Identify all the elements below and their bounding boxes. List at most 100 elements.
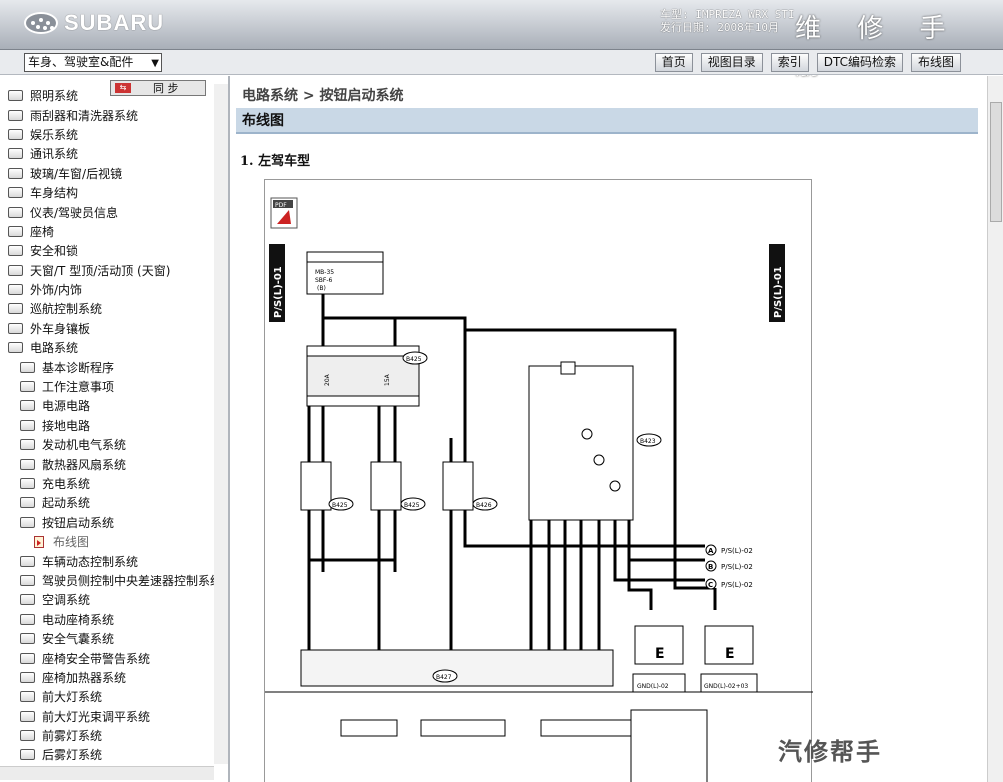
tree-item-label: 前大灯光束调平系统 xyxy=(42,709,151,724)
wiring-diagram-svg: PDF P/S(L)-01 P/S(L)-01 MB-35 SBF-6 (B) … xyxy=(265,197,813,782)
tree-item-label: 前大灯系统 xyxy=(42,690,103,705)
tree-item-label: 车身结构 xyxy=(30,186,79,201)
tree-item[interactable]: 娱乐系统 xyxy=(8,125,222,144)
connector-b426: B426 xyxy=(476,502,492,509)
arrow-a-label: P/S(L)-02 xyxy=(721,547,753,555)
tree-item[interactable]: 工作注意事项 xyxy=(8,377,222,396)
box-line-2: SBF-6 xyxy=(315,277,333,284)
tree-item-label: 娱乐系统 xyxy=(30,127,79,142)
tree-item[interactable]: 接地电路 xyxy=(8,416,222,435)
page-icon xyxy=(34,535,44,548)
tree-item[interactable]: 安全气囊系统 xyxy=(8,629,222,648)
fuse-label-1: 20A xyxy=(324,373,331,386)
dtc-search-button[interactable]: DTC编码检索 xyxy=(816,53,903,72)
toolbar: 车身、驾驶室&配件 ▼ 首页 视图目录 索引 DTC编码检索 布线图 xyxy=(0,50,1003,75)
tree-item[interactable]: 起动系统 xyxy=(8,493,222,512)
tree-item-label: 散热器风扇系统 xyxy=(42,457,127,472)
tree-item[interactable]: 前大灯光束调平系统 xyxy=(8,707,222,726)
tree-item-label: 外饰/内饰 xyxy=(30,283,83,298)
tree-item[interactable]: 天窗/T 型顶/活动顶 (天窗) xyxy=(8,261,222,280)
tree-item[interactable]: 雨刮器和清洗器系统 xyxy=(8,105,222,124)
connector-b425-top: B425 xyxy=(406,356,422,363)
tree-item[interactable]: 前大灯系统 xyxy=(8,687,222,706)
tree-item-label: 充电系统 xyxy=(42,477,91,491)
tree-item-label: 座椅加热器系统 xyxy=(42,670,127,685)
category-select-value: 车身、驾驶室&配件 xyxy=(28,55,134,69)
push-button-switch xyxy=(528,365,634,521)
tree-item[interactable]: 巡航控制系统 xyxy=(8,299,222,318)
tree-item-label: 布线图 xyxy=(53,535,90,550)
tree-item[interactable]: 后雾灯系统 xyxy=(8,745,222,764)
tree-item[interactable]: 驾驶员侧控制中央差速器控制系统 xyxy=(8,571,222,590)
scroll-thumb[interactable] xyxy=(990,102,1002,222)
folder-icon xyxy=(8,206,23,218)
tree-item[interactable]: 座椅加热器系统 xyxy=(8,668,222,687)
sidebar: 照明系统 雨刮器和清洗器系统娱乐系统通讯系统玻璃/车窗/后视镜车身结构 仪表/驾驶员… xyxy=(0,76,230,782)
tree-item[interactable]: 散热器风扇系统 xyxy=(8,454,222,473)
section-title: 布线图 xyxy=(236,108,978,134)
folder-icon xyxy=(8,284,23,296)
model-info: 车型: IMPREZA WRX STI 发行日期: 2008年10月 xyxy=(660,8,795,34)
folder-icon xyxy=(8,342,23,354)
chevron-down-icon: ▼ xyxy=(151,58,159,69)
category-select[interactable]: 车身、驾驶室&配件 ▼ xyxy=(24,53,162,72)
index-button[interactable]: 索引 xyxy=(770,53,809,72)
sync-label: 同 步 xyxy=(153,82,179,95)
tree-item-label: 照明系统 xyxy=(30,89,79,104)
tree-item-label: 前雾灯系统 xyxy=(42,729,103,744)
folder-icon xyxy=(20,458,35,470)
tree-item-label: 后雾灯系统 xyxy=(42,748,103,763)
model-line: 车型: IMPREZA WRX STI xyxy=(660,8,795,21)
tree-item-label: 电源电路 xyxy=(42,399,91,414)
home-button[interactable]: 首页 xyxy=(654,53,693,72)
tree-item[interactable]: 座椅安全带警告系统 xyxy=(8,648,222,667)
tree-item[interactable]: 基本诊断程序 xyxy=(8,357,222,376)
tree-item[interactable]: 按钮启动系统 xyxy=(8,513,222,532)
folder-icon xyxy=(8,167,23,179)
content-scrollbar[interactable] xyxy=(987,76,1003,782)
tree-item[interactable]: 仪表/驾驶员信息 xyxy=(8,202,222,221)
arrow-b-letter: B xyxy=(708,563,713,571)
folder-icon xyxy=(20,574,35,586)
tree-item[interactable]: 车身结构 xyxy=(8,183,222,202)
wiring-diagram: PDF P/S(L)-01 P/S(L)-01 MB-35 SBF-6 (B) … xyxy=(264,179,813,782)
tree-item[interactable]: 布线图 xyxy=(8,532,222,551)
date-line: 发行日期: 2008年10月 xyxy=(660,21,779,34)
tree-item-label: 电动座椅系统 xyxy=(42,612,115,627)
folder-icon xyxy=(20,613,35,625)
folder-icon xyxy=(20,633,35,645)
folder-icon xyxy=(20,516,35,528)
folder-icon xyxy=(20,594,35,606)
tree-item[interactable]: 电路系统 xyxy=(8,338,222,357)
wiring-diagram-button[interactable]: 布线图 xyxy=(910,53,961,72)
pdf-icon[interactable]: PDF xyxy=(270,197,298,229)
sidebar-h-scrollbar[interactable] xyxy=(0,766,214,780)
tree-item[interactable]: 充电系统 xyxy=(8,474,222,493)
tree-item[interactable]: 空调系统 xyxy=(8,590,222,609)
tree-item[interactable]: 外饰/内饰 xyxy=(8,280,222,299)
tree-item-label: 空调系统 xyxy=(42,593,91,608)
tree-item[interactable]: 发动机电气系统 xyxy=(8,435,222,454)
folder-icon xyxy=(8,245,23,257)
tree-item[interactable]: 座椅 xyxy=(8,222,222,241)
sync-button[interactable]: ⇆ 同 步 xyxy=(110,80,206,96)
tree-item[interactable]: 电动座椅系统 xyxy=(8,610,222,629)
tree-item[interactable]: 电源电路 xyxy=(8,396,222,415)
arrow-b: B P/S(L)-02 xyxy=(705,560,753,572)
tree-item[interactable]: 外车身镶板 xyxy=(8,319,222,338)
tree-item-label: 通讯系统 xyxy=(30,147,79,162)
tree-item[interactable]: 通讯系统 xyxy=(8,144,222,163)
tree-item-label: 工作注意事项 xyxy=(42,380,115,395)
folder-icon xyxy=(20,730,35,742)
box-line-3: (B) xyxy=(317,285,326,292)
arrow-c-letter: C xyxy=(708,581,713,589)
tree-item[interactable]: 玻璃/车窗/后视镜 xyxy=(8,164,222,183)
view-contents-button[interactable]: 视图目录 xyxy=(700,53,763,72)
tree-item-label: 按钮启动系统 xyxy=(42,515,115,530)
tree-item[interactable]: 前雾灯系统 xyxy=(8,726,222,745)
tree-item[interactable]: 安全和锁 xyxy=(8,241,222,260)
sidebar-scrollbar[interactable] xyxy=(214,84,228,764)
sync-icon: ⇆ xyxy=(115,83,131,93)
tree-item[interactable]: 车辆动态控制系统 xyxy=(8,551,222,570)
tree-item-label: 基本诊断程序 xyxy=(42,360,115,375)
